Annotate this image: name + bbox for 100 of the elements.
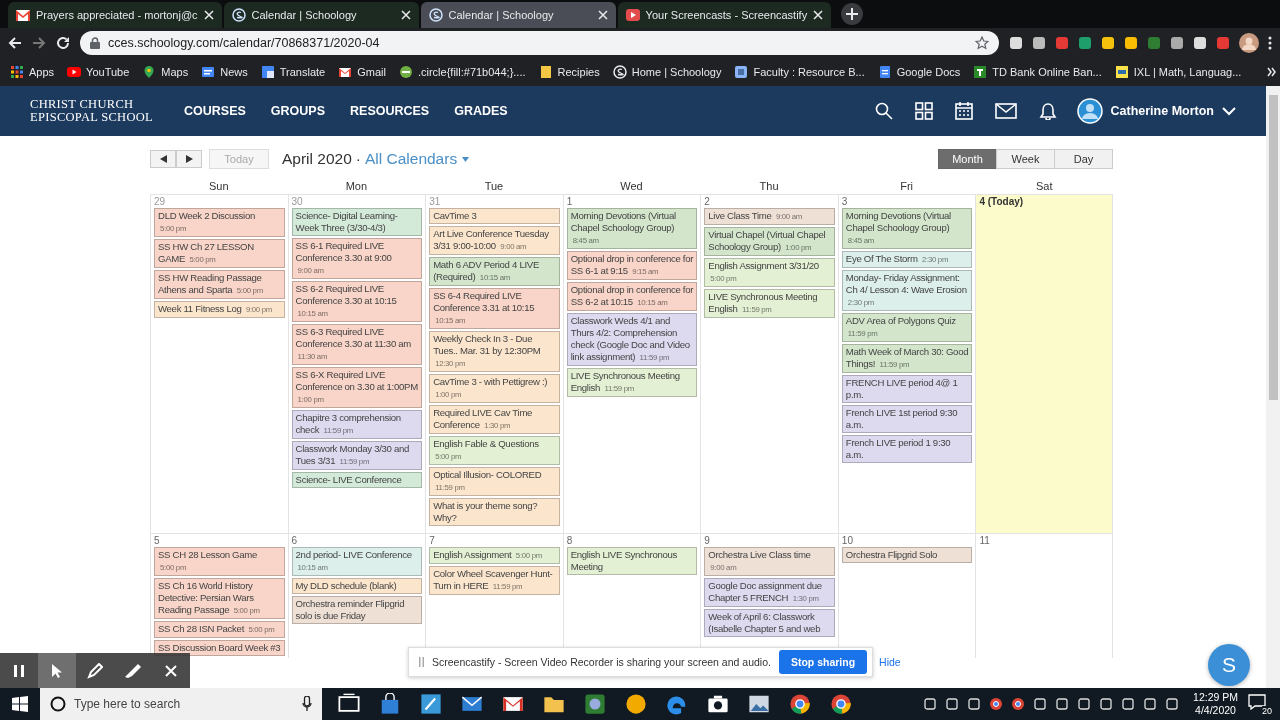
next-button[interactable]: [176, 150, 202, 168]
play-icon: [625, 9, 640, 21]
calendar-filter-link[interactable]: All Calendars: [364, 150, 458, 168]
highlighter-icon[interactable]: [124, 662, 142, 679]
reload-icon[interactable]: [56, 36, 70, 50]
bookmark-link[interactable]: TD Bank Online Ban...: [992, 66, 1102, 78]
notepad-icon[interactable]: [420, 693, 442, 715]
more-menu-icon[interactable]: [1268, 36, 1272, 50]
taskbar-search-field[interactable]: Type here to search: [40, 688, 322, 720]
page-icon: [260, 65, 275, 79]
extension-icon[interactable]: [1193, 36, 1207, 50]
bookmark-link[interactable]: IXL | Math, Languag...: [1133, 66, 1242, 78]
address-bar[interactable]: cces.schoology.com/calendar/70868371/2020-04: [80, 31, 999, 55]
calendar-event[interactable]: French LIVE 1st period 9:30 a.m.: [841, 405, 973, 433]
weekday-header: Sat: [1035, 180, 1053, 192]
close-icon[interactable]: [597, 10, 608, 20]
bookmark-link[interactable]: Faculty : Resource B...: [753, 66, 865, 78]
school-logo-text: EPISCOPAL SCHOOL: [30, 111, 154, 124]
close-icon[interactable]: [400, 10, 411, 20]
calendar-event[interactable]: Science- LIVE Conference: [291, 472, 423, 488]
cursor-icon[interactable]: [51, 662, 63, 679]
bookmark-link[interactable]: Gmail: [357, 66, 386, 78]
user-name[interactable]: Catherine Morton: [1110, 104, 1214, 118]
bookmark-link[interactable]: Translate: [279, 66, 326, 78]
nav-link[interactable]: GRADES: [454, 104, 508, 118]
nav-link[interactable]: GROUPS: [270, 104, 325, 118]
hide-link[interactable]: Hide: [879, 656, 901, 668]
calendar-event[interactable]: Orchestra reminder Flipgrid solo is due Friday: [291, 596, 423, 624]
pause-icon[interactable]: [13, 663, 25, 678]
extension-icon[interactable]: [1124, 36, 1138, 50]
grid-icon[interactable]: [914, 102, 933, 120]
bookmark-link[interactable]: Home | Schoology: [631, 66, 722, 78]
back-icon[interactable]: [8, 36, 22, 50]
calendar-event[interactable]: Science- Digital Learning- Week Three (3/30-4/3): [291, 208, 423, 236]
play-icon: [67, 65, 82, 79]
calendar-event[interactable]: SS Discussion Board Week #3: [154, 640, 285, 656]
weekday-header: Sun: [209, 180, 229, 192]
chevron-down-icon[interactable]: [1222, 106, 1236, 116]
app-icon[interactable]: [584, 693, 606, 715]
chrome-icon[interactable]: [830, 693, 852, 715]
new-tab-icon[interactable]: [846, 8, 859, 20]
star-icon[interactable]: [975, 36, 989, 50]
envelope-icon: [16, 9, 30, 21]
bell-icon[interactable]: [1038, 102, 1057, 120]
bookmark-link[interactable]: Maps: [161, 66, 189, 78]
view-tab[interactable]: Month: [938, 149, 997, 169]
day-number: 10: [841, 535, 853, 546]
profile-avatar-icon[interactable]: [1239, 33, 1259, 53]
chrome-icon[interactable]: [1011, 697, 1026, 711]
image-icon[interactable]: [748, 693, 770, 715]
view-tab[interactable]: Day: [1054, 149, 1113, 169]
notification-icon[interactable]: [1248, 694, 1266, 710]
browser-tab[interactable]: Calendar | Schoology: [420, 2, 616, 28]
calendar-event[interactable]: Week of April 6: Classwork (Isabelle Chapter 5 and web: [704, 609, 835, 637]
calendar-icon[interactable]: [954, 102, 973, 120]
task-view-icon[interactable]: [338, 693, 360, 715]
calendar-event[interactable]: My DLD schedule (blank): [291, 578, 423, 594]
bookmark-link[interactable]: .circle{fill:#71b044;}....: [417, 66, 526, 78]
close-icon[interactable]: [203, 10, 214, 20]
bookmark-link[interactable]: YouTube: [86, 66, 130, 78]
search-icon[interactable]: [874, 102, 893, 120]
chrome-icon[interactable]: [789, 693, 811, 715]
weekday-header: Tue: [484, 180, 504, 192]
calendar-event[interactable]: English LIVE Synchronous Meeting: [566, 547, 698, 575]
bookmark-link[interactable]: Apps: [29, 66, 55, 78]
nav-link[interactable]: COURSES: [184, 104, 246, 118]
previous-button[interactable]: [150, 150, 176, 168]
shopping-bag-icon[interactable]: [379, 693, 401, 715]
scrollbar-thumb[interactable]: [1268, 95, 1278, 400]
nav-link[interactable]: RESOURCES: [350, 104, 430, 118]
calendar-event[interactable]: CavTime 3: [429, 208, 560, 224]
chevron-icon[interactable]: [1267, 67, 1278, 77]
forward-icon[interactable]: [32, 36, 46, 50]
extension-icon[interactable]: [1009, 36, 1023, 50]
close-icon[interactable]: [813, 10, 824, 20]
edge-browser-icon[interactable]: [666, 693, 688, 715]
calendar-event[interactable]: Orchestra Flipgrid Solo: [841, 547, 973, 563]
calendar-event[interactable]: What is your theme song? Why?: [429, 498, 560, 526]
windows-logo-icon[interactable]: [12, 696, 28, 712]
calendar-event[interactable]: French LIVE period 1 9:30 a.m.: [841, 435, 973, 463]
view-tab[interactable]: Week: [996, 149, 1055, 169]
browser-tab[interactable]: Prayers appreciated - mortonj@c: [8, 2, 222, 28]
caret-icon[interactable]: [462, 156, 470, 162]
camera-icon[interactable]: [707, 693, 729, 715]
stop-sharing-button[interactable]: Stop sharing: [778, 650, 868, 674]
extension-icon[interactable]: [1170, 36, 1184, 50]
clock-time[interactable]: 12:29 PM: [1193, 691, 1238, 704]
circle-icon[interactable]: [625, 693, 647, 715]
extension-icon[interactable]: [1101, 36, 1115, 50]
clock-date[interactable]: 4/4/2020: [1195, 704, 1236, 717]
calendar-event[interactable]: FRENCH LIVE period 4@ 1 p.m.: [841, 375, 973, 403]
browser-tab[interactable]: Your Screencasts - Screencastify: [617, 2, 832, 28]
chrome-icon[interactable]: [989, 697, 1004, 711]
bookmark-link[interactable]: Recipies: [557, 66, 600, 78]
browser-tab[interactable]: Calendar | Schoology: [223, 2, 419, 28]
bookmark-link[interactable]: Google Docs: [896, 66, 961, 78]
user-avatar-icon[interactable]: [1076, 98, 1103, 124]
mail-icon[interactable]: [994, 103, 1017, 119]
extension-icon[interactable]: [1032, 36, 1046, 50]
bookmark-link[interactable]: News: [220, 66, 248, 78]
